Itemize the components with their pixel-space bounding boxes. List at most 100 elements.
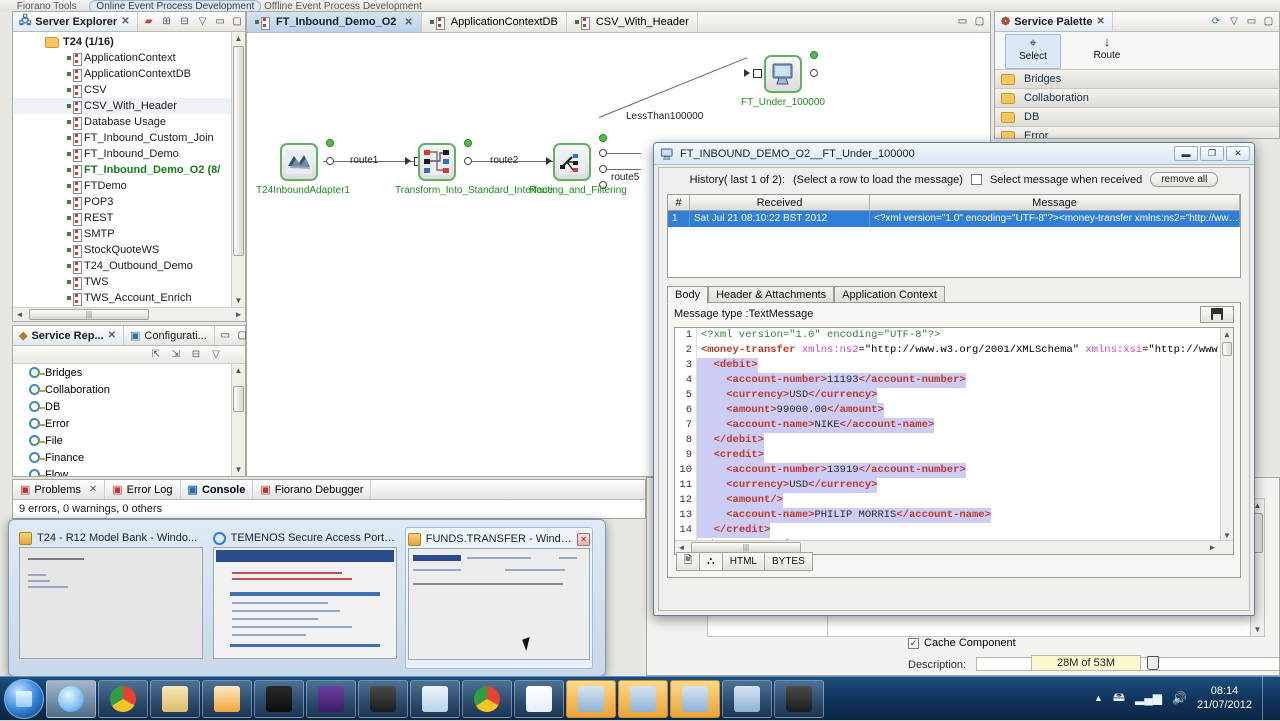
taskbar-item-google-chrome[interactable] <box>98 680 148 718</box>
minimize-icon[interactable]: ▭ <box>1245 16 1258 28</box>
export-service-icon[interactable]: ⇲ <box>169 348 183 362</box>
view-menu-icon[interactable]: ▽ <box>196 15 210 29</box>
view-menu-icon[interactable]: ▽ <box>209 348 223 362</box>
scroll-right-icon[interactable]: ► <box>1206 541 1219 554</box>
select-when-received-checkbox[interactable] <box>970 174 982 185</box>
scroll-down-icon[interactable]: ▼ <box>1221 531 1233 540</box>
message-code-viewer[interactable]: 1 <?xml version="1.0" encoding="UTF-8"?> 2… <box>674 327 1234 555</box>
trash-icon[interactable] <box>1147 656 1159 670</box>
tree-item-ft-inbound-demo-o2-8[interactable]: FT_Inbound_Demo_O2 (8/ <box>13 162 245 178</box>
repository-item-finance[interactable]: Finance <box>13 449 231 466</box>
cache-component-checkbox[interactable]: ✓ <box>908 637 919 649</box>
node-ft-under-100000[interactable] <box>764 55 802 93</box>
perspective-online-event-process[interactable]: Online Event Process Development <box>89 0 262 11</box>
perspective-fiorano-tools[interactable]: Fiorano Tools <box>17 1 77 11</box>
tree-item-root[interactable]: T24 (1/16) <box>13 34 245 50</box>
tab-server-explorer[interactable]: 🖧 Server Explorer ✕ <box>13 12 138 31</box>
taskbar-item-command-prompt[interactable] <box>254 680 304 718</box>
editor-tab-ft-inbound-demo-o2[interactable]: FT_Inbound_Demo_O2 ✕ <box>247 12 422 32</box>
perspective-offline-event-process[interactable]: Offline Event Process Development <box>264 1 422 11</box>
show-hidden-icon[interactable]: ▲ <box>1094 693 1103 703</box>
repository-item-db[interactable]: DB <box>13 398 231 415</box>
taskbar-item-dark-app[interactable] <box>358 680 408 718</box>
tree-item-csv-with-header[interactable]: CSV_With_Header <box>13 98 245 114</box>
vscroll-thumb[interactable] <box>233 46 244 256</box>
taskbar-item-app-window[interactable] <box>618 680 668 718</box>
windows-start-icon[interactable] <box>4 679 44 719</box>
close-icon[interactable]: ✕ <box>89 484 97 495</box>
repository-item-bridges[interactable]: Bridges <box>13 364 231 381</box>
tree-item-ft-inbound-demo[interactable]: FT_Inbound_Demo <box>13 146 245 162</box>
taskbar-item-outlook[interactable] <box>202 680 252 718</box>
maximize-icon[interactable]: ▢ <box>1262 16 1275 28</box>
taskbar-item-app-window[interactable] <box>722 680 772 718</box>
taskbar-item-remote-desktop[interactable] <box>410 680 460 718</box>
taskbar-item-gear-tool[interactable] <box>306 680 356 718</box>
collapse-all-icon[interactable]: ⊟ <box>189 348 203 362</box>
import-service-icon[interactable]: ⇱ <box>149 348 163 362</box>
repository-item-error[interactable]: Error <box>13 415 231 432</box>
server-explorer-hscrollbar[interactable]: ◄ ||| ► <box>13 307 245 321</box>
palette-category-list[interactable]: Bridges Collaboration DB Error <box>995 70 1279 138</box>
bottom-tab-error-log[interactable]: ▣ Error Log <box>105 480 181 499</box>
network-signal-icon[interactable]: ▂▄▆ <box>1135 691 1162 705</box>
format-tab-bytes[interactable]: BYTES <box>764 552 813 571</box>
taskbar-item-fiorano-f[interactable] <box>514 680 564 718</box>
close-icon[interactable]: ✕ <box>108 330 116 341</box>
taskbar-item-app-window[interactable] <box>566 680 616 718</box>
maximize-icon[interactable]: ▢ <box>973 15 986 27</box>
usb-device-icon[interactable]: 🖴 <box>1113 688 1125 709</box>
preview-window-funds-transfer[interactable]: FUNDS.TRANSFER - Windo... ✕ <box>405 527 593 669</box>
scroll-up-icon[interactable]: ▲ <box>232 364 245 377</box>
palette-tool-route[interactable]: ↓ Route <box>1079 34 1135 69</box>
palette-category-bridges[interactable]: Bridges <box>995 70 1279 89</box>
tab-service-repository[interactable]: ◆ Service Rep... ✕ <box>13 326 125 345</box>
tree-item-pop3[interactable]: POP3 <box>13 194 245 210</box>
scroll-down-icon[interactable]: ▼ <box>232 294 245 307</box>
close-icon[interactable]: ✕ <box>404 17 412 28</box>
tree-item-ftdemo[interactable]: FTDemo <box>13 178 245 194</box>
under-out-port[interactable] <box>810 69 818 77</box>
adapter-status-port[interactable] <box>326 139 334 147</box>
lessthan-endpoint[interactable] <box>753 69 762 78</box>
taskbar-item-app-window[interactable] <box>670 680 720 718</box>
tree-item-database-usage[interactable]: Database Usage <box>13 114 245 130</box>
volume-icon[interactable]: 🔊 <box>1172 691 1187 705</box>
close-icon[interactable]: ✕ <box>1097 16 1105 27</box>
node-routing-and-filtering[interactable] <box>553 143 591 181</box>
show-desktop-button[interactable] <box>1262 676 1272 720</box>
service-repository-vscrollbar[interactable]: ▲ ▼ <box>231 364 245 476</box>
scroll-up-icon[interactable]: ▲ <box>1221 328 1233 341</box>
cache-component-row[interactable]: ✓ Cache Component <box>908 637 1016 649</box>
tree-item-csv[interactable]: CSV <box>13 82 245 98</box>
taskbar-item-windows-explorer[interactable] <box>150 680 200 718</box>
taskbar-item-google-chrome[interactable] <box>462 680 512 718</box>
vscroll-thumb[interactable] <box>1222 342 1232 356</box>
server-explorer-vscrollbar[interactable]: ▲ ▼ <box>231 32 245 307</box>
bottom-tab-fiorano-debugger[interactable]: ▣ Fiorano Debugger <box>253 480 372 499</box>
palette-category-error[interactable]: Error <box>995 127 1279 138</box>
minimize-icon[interactable]: ▬ <box>1174 146 1198 161</box>
bottom-tab-console[interactable]: ▣ Console <box>180 480 254 499</box>
adapter-out-port[interactable] <box>326 157 334 165</box>
code-vscrollbar[interactable]: ▲ ▼ <box>1220 328 1233 554</box>
routing-out-port-2[interactable] <box>599 165 607 173</box>
maximize-icon[interactable]: ▢ <box>231 16 244 28</box>
format-tab-xml-tree[interactable]: ⛬ <box>700 552 723 571</box>
bottom-tab-problems[interactable]: ▣ Problems ✕ <box>13 480 106 499</box>
format-tab-plain-text[interactable]: 🗎 <box>676 552 701 571</box>
service-repository-list[interactable]: Bridges Collaboration DB Error File Finance Fl… <box>13 364 231 476</box>
taskbar-thumbnail-preview[interactable]: T24 - R12 Model Bank - Windo... TEMENOS … <box>8 519 606 677</box>
vscroll-thumb[interactable] <box>233 386 244 412</box>
under-status-port[interactable] <box>810 51 818 59</box>
preview-window-t24[interactable]: T24 - R12 Model Bank - Windo... <box>17 527 205 669</box>
scroll-down-icon[interactable]: ▼ <box>232 463 245 476</box>
transform-status-port[interactable] <box>464 139 472 147</box>
dialog-titlebar[interactable]: FT_INBOUND_DEMO_O2__FT_Under_100000 ▬ ❐ … <box>654 143 1254 165</box>
scroll-right-icon[interactable]: ► <box>232 308 245 321</box>
tab-body[interactable]: Body <box>667 286 709 304</box>
save-message-button[interactable] <box>1200 305 1234 323</box>
remove-all-button[interactable]: remove all <box>1150 172 1219 187</box>
minimize-icon[interactable]: ▭ <box>214 16 227 28</box>
close-icon[interactable]: ✕ <box>121 16 129 27</box>
